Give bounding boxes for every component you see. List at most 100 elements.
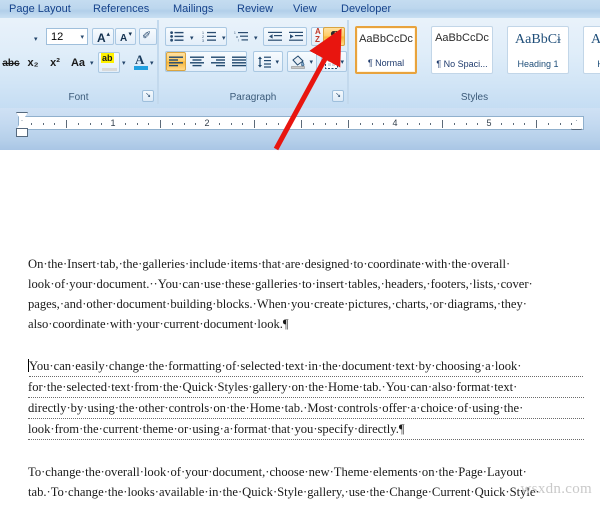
ruler-tick: [54, 123, 56, 125]
ruler-half-tick: [536, 120, 537, 128]
numbered-list-icon: 1 2 3: [202, 31, 216, 42]
tab-label: Mailings: [173, 3, 214, 15]
text-highlight-color-button[interactable]: ab: [98, 52, 120, 73]
bullets-button[interactable]: [167, 28, 187, 45]
shading-caret-icon: ▾: [309, 59, 313, 66]
ribbon-group-font-label: Font: [68, 92, 89, 103]
change-case-caret-icon[interactable]: ▾: [90, 60, 94, 67]
tab-mailings[interactable]: Mailings: [168, 1, 218, 17]
style-name: ¶ Normal: [367, 58, 405, 68]
document-paragraph[interactable]: To·change·the·overall·look·of·your·docum…: [28, 462, 584, 506]
ruler-half-tick: [66, 120, 67, 128]
numbering-button[interactable]: 1 2 3: [199, 28, 219, 45]
grow-font-button[interactable]: A ▴: [92, 28, 114, 45]
left-indent-marker[interactable]: [16, 128, 28, 137]
tab-references[interactable]: References: [88, 1, 154, 17]
justify-icon: [232, 56, 246, 67]
ruler-tick: [453, 123, 455, 125]
document-line: tab.·To·change·the·looks·available·in·th…: [28, 485, 540, 499]
font-name-caret-icon[interactable]: ▾: [34, 36, 38, 43]
ruler-tick: [265, 123, 267, 125]
ruler-tick: [312, 123, 314, 125]
ribbon-group-styles: AaBbCcDc ¶ Normal AaBbCcDc ¶ No Spaci...…: [348, 20, 600, 104]
change-case-button[interactable]: Aa: [66, 53, 90, 73]
superscript-button[interactable]: x²: [44, 53, 66, 73]
document-page[interactable]: On·the·Insert·tab,·the·galleries·include…: [0, 150, 600, 506]
font-dialog-launcher[interactable]: ↘: [142, 90, 154, 102]
shrink-font-button[interactable]: A ▾: [115, 28, 136, 45]
bullet-list-icon: [170, 31, 184, 42]
bullets-caret-icon[interactable]: ▾: [190, 35, 194, 42]
style-name: ¶ No Spaci...: [436, 59, 488, 69]
align-left-icon: [169, 56, 183, 67]
tab-developer[interactable]: Developer: [336, 1, 396, 17]
ruler-tick: [277, 123, 279, 125]
align-right-button[interactable]: [208, 52, 228, 71]
increase-indent-button[interactable]: [286, 28, 306, 45]
tab-page-layout[interactable]: Page Layout: [4, 1, 76, 17]
style-item-heading-1[interactable]: AaBbCɨ Heading 1: [507, 26, 569, 74]
font-size-value: 12: [51, 30, 64, 43]
eraser-icon: ✐: [142, 30, 152, 42]
increase-indent-icon: [288, 31, 303, 41]
document-paragraph[interactable]: You·can·easily·change·the·formatting·of·…: [28, 356, 584, 440]
multilevel-list-button[interactable]: 1 a i: [231, 28, 251, 45]
document-paragraph[interactable]: On·the·Insert·tab,·the·galleries·include…: [28, 254, 584, 334]
align-left-button[interactable]: [166, 52, 186, 71]
style-item-no-spacing[interactable]: AaBbCcDc ¶ No Spaci...: [431, 26, 493, 74]
tab-label: Developer: [341, 3, 392, 15]
style-name: Heading: [584, 59, 600, 69]
document-text-body[interactable]: On·the·Insert·tab,·the·galleries·include…: [28, 254, 584, 506]
line-spacing-icon: [258, 56, 271, 68]
ruler-tick: [171, 123, 173, 125]
text-highlight-caret-icon[interactable]: ▾: [122, 60, 126, 67]
font-size-combo[interactable]: 12 ▾: [46, 28, 88, 45]
ruler-number: 1: [110, 118, 116, 128]
ribbon-group-styles-label: Styles: [460, 92, 489, 103]
ruler-tick: [230, 123, 232, 125]
paragraph-dialog-launcher[interactable]: ↘: [332, 90, 344, 102]
tab-label: References: [93, 3, 150, 15]
style-item-heading-2[interactable]: AaBbCɨ Heading: [583, 26, 600, 74]
line-spacing-button[interactable]: ▾: [253, 51, 283, 72]
align-right-icon: [211, 56, 225, 67]
tab-view[interactable]: View: [288, 1, 322, 17]
ruler-tick: [406, 123, 408, 125]
grow-font-label: A: [97, 31, 106, 45]
justify-button[interactable]: [229, 52, 249, 71]
shrink-font-label: A: [120, 33, 128, 44]
ruler-tick: [477, 123, 479, 125]
style-sample: AaBbCɨ: [515, 32, 561, 47]
ruler-tick: [183, 123, 185, 125]
ruler-tick: [136, 123, 138, 125]
ruler-tick: [30, 123, 32, 125]
shading-button[interactable]: ▾: [287, 51, 317, 72]
align-center-button[interactable]: [187, 52, 207, 71]
font-color-button[interactable]: A: [130, 52, 150, 73]
decrease-indent-button[interactable]: [265, 28, 285, 45]
tab-label: View: [293, 3, 317, 15]
numbering-caret-icon[interactable]: ▾: [222, 35, 226, 42]
ruler-tick: [77, 123, 79, 125]
document-line: look·from·the·current·theme·or·using·a·f…: [28, 419, 584, 440]
ruler-tick: [359, 123, 361, 125]
ruler-number: 4: [392, 118, 398, 128]
clear-formatting-button[interactable]: ✐: [139, 28, 157, 45]
subscript-button[interactable]: x₂: [22, 53, 44, 73]
ribbon-group-paragraph: ▾ 1 2 3 ▾ 1 a i ▾ A Z ¶ ▾ ▾ ▾ Paragraph …: [158, 20, 348, 104]
tab-review[interactable]: Review: [232, 1, 278, 17]
document-line: To·change·the·overall·look·of·your·docum…: [28, 465, 527, 479]
font-size-caret-icon: ▾: [80, 33, 84, 41]
font-color-caret-icon[interactable]: ▾: [150, 60, 154, 67]
horizontal-ruler[interactable]: 1 2 4 5: [18, 116, 584, 130]
borders-icon: [325, 56, 338, 69]
show-hide-paragraph-marks-button[interactable]: ¶: [323, 27, 345, 46]
font-color-swatch: [134, 66, 148, 70]
ruler-number: 5: [486, 118, 492, 128]
style-item-normal[interactable]: AaBbCcDc ¶ Normal: [355, 26, 417, 74]
borders-button[interactable]: ▾: [321, 51, 347, 72]
strikethrough-button[interactable]: abc: [0, 53, 22, 73]
ruler-half-tick: [442, 120, 443, 128]
multilevel-list-caret-icon[interactable]: ▾: [254, 35, 258, 42]
ribbon-group-font: ▾ 12 ▾ A ▴ A ▾ ✐ abc x₂ x² Aa ▾ ab ▾ A ▾…: [0, 20, 158, 104]
